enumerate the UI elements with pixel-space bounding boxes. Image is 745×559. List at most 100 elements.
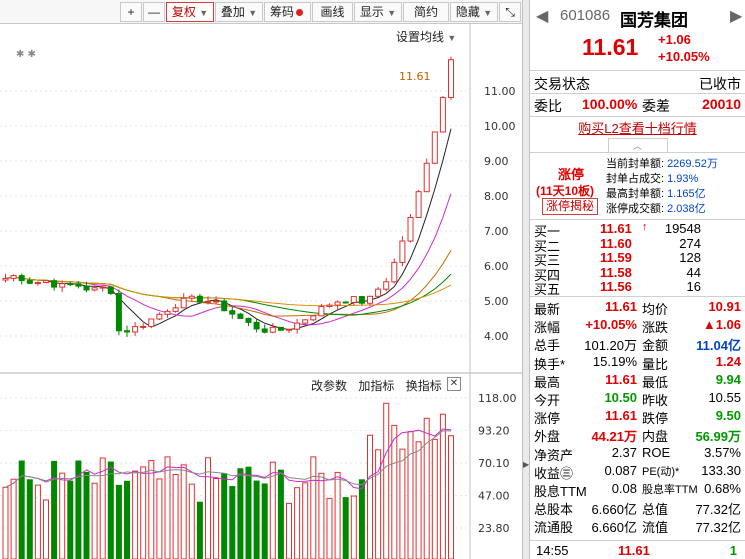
candle-body — [67, 283, 74, 286]
candle-body — [367, 295, 373, 304]
volume-tick-label: 93.20 — [478, 425, 510, 438]
stat-row: 净资产 2.37 ROE 3.57% — [530, 445, 745, 463]
stat-value: 133.30 — [701, 462, 741, 478]
seal-value: 2269.52万 — [667, 158, 718, 170]
limit-up-reveal-button[interactable]: 涨停揭秘 — [542, 198, 599, 215]
volume-bar — [148, 460, 155, 559]
ma-settings-button[interactable]: 设置均线 ▼ — [396, 28, 456, 45]
candle-body — [358, 296, 365, 304]
stat-label: 净资产 — [534, 447, 574, 463]
candle-body — [43, 280, 49, 284]
candle-body — [439, 97, 446, 133]
chevron-left-icon[interactable]: ◀ — [536, 6, 548, 26]
limit-up-title: 涨停 — [558, 167, 585, 182]
volume-bar — [358, 479, 365, 559]
stat-label: ROE — [642, 444, 671, 460]
bid-price: 11.56 — [600, 279, 632, 294]
stat-label: 涨跌 — [642, 320, 669, 336]
stat-row: 涨停 11.61 跌停 9.50 — [530, 408, 745, 426]
collapse-toggle[interactable]: ︿ — [530, 138, 745, 152]
candle-body — [237, 313, 244, 319]
bid-price: 11.60 — [600, 235, 632, 251]
volume-bar — [302, 482, 309, 559]
volume-bar — [310, 456, 317, 559]
stat-label: 最新 — [534, 302, 561, 317]
trade-status-value: 已收市 — [699, 76, 741, 92]
chevron-up-icon[interactable]: ︿ — [607, 138, 668, 152]
candle-body — [26, 280, 33, 284]
stat-value: 1.24 — [715, 353, 741, 369]
ma-line — [5, 128, 452, 331]
chevron-right-icon[interactable]: ▶ — [523, 460, 529, 469]
volume-bar — [164, 456, 171, 559]
candle-body — [2, 277, 9, 281]
bid-volume: 19548 — [664, 221, 701, 236]
stat-label: 总手 — [534, 338, 561, 354]
candle-body — [132, 326, 139, 333]
panel-divider[interactable]: ▶ — [522, 0, 530, 559]
volume-bar — [448, 435, 454, 559]
candle-body — [375, 288, 382, 297]
stat-value: 10.55 — [708, 390, 741, 405]
volume-bar — [26, 479, 33, 559]
stat-row: 最新 11.61 均价 10.91 — [530, 299, 745, 317]
candle-body — [391, 261, 398, 283]
candle-body — [140, 326, 147, 329]
add-indicator-button[interactable]: 加指标 — [358, 379, 394, 393]
stock-name: 国芳集团 — [620, 11, 688, 30]
close-icon[interactable]: ✕ — [447, 377, 461, 391]
stat-label: 跌停 — [642, 411, 669, 427]
price-tick-label: 9.00 — [484, 155, 509, 168]
stat-row: 收益㊂ 0.087 PE(动)* 133.30 — [530, 463, 745, 481]
stat-label: 均价 — [642, 302, 669, 317]
stat-row: 总手 101.20万 金额 11.04亿 — [530, 335, 745, 353]
seal-value: 2.038亿 — [667, 203, 706, 215]
stat-value: 77.32亿 — [695, 502, 741, 518]
candle-body — [10, 275, 17, 279]
stat-label: 换手* — [534, 356, 566, 372]
candlesticks — [2, 56, 454, 337]
stat-value: 2.37 — [611, 444, 637, 460]
volume-bar — [107, 461, 114, 559]
volume-toolbar: 改参数 加指标 换指标 — [311, 377, 450, 394]
stat-value: 0.087 — [604, 462, 637, 478]
volume-bar — [132, 470, 139, 559]
candle-body — [431, 131, 438, 164]
change-params-button[interactable]: 改参数 — [311, 379, 347, 393]
bid-volume: 16 — [686, 279, 701, 294]
tick-price: 11.61 — [618, 543, 650, 558]
volume-bar — [439, 413, 446, 559]
volume-bar — [326, 497, 333, 559]
volume-bar — [415, 441, 422, 559]
price-tick-label: 5.00 — [484, 295, 509, 308]
candle-body — [253, 321, 260, 330]
l2-promo: 购买L2查看十档行情 — [530, 118, 745, 136]
bid-row: 买三 11.59 128 — [530, 250, 745, 268]
candle-body — [196, 295, 203, 303]
l2-link[interactable]: 购买L2查看十档行情 — [578, 121, 696, 136]
volume-bar — [399, 448, 406, 559]
bid-volume: 44 — [686, 264, 701, 280]
switch-indicator-button[interactable]: 换指标 — [406, 379, 442, 393]
bid-book: 买一 11.61 ↑ 19548 买二 11.60 274 买三 11.59 128 买四 11.58… — [530, 221, 745, 297]
candle-body — [115, 292, 122, 332]
chevron-right-icon[interactable]: ▶ — [730, 6, 742, 26]
volume-bar — [423, 417, 430, 559]
volume-bar — [253, 480, 260, 559]
volume-bar — [391, 424, 398, 559]
seal-value: 1.165亿 — [667, 188, 706, 200]
bid-row: 买二 11.60 274 — [530, 235, 745, 254]
price-tick-label: 7.00 — [484, 225, 509, 238]
stat-value: 77.32亿 — [695, 520, 741, 536]
chevron-down-icon: ▼ — [447, 33, 457, 43]
candle-body — [34, 282, 41, 285]
volume-bar — [2, 486, 9, 559]
stat-row: 股息TTM 0.08 股息率TTM 0.68% — [530, 481, 745, 499]
chart-area[interactable]: + — 复权 ▼ 叠加 ▼ 筹码 画线 显示 ▼ 简约 隐藏 ▼ ⤡ 11.00… — [0, 0, 522, 559]
stat-value: 3.57% — [704, 444, 741, 460]
volume-bar — [51, 460, 58, 559]
star-marker: ✱ ✱ — [16, 49, 36, 60]
price-block: 11.61 +1.06 +10.05% — [530, 32, 745, 66]
seal-label: 涨停成交额: — [606, 203, 665, 215]
volume-bar — [431, 438, 438, 559]
